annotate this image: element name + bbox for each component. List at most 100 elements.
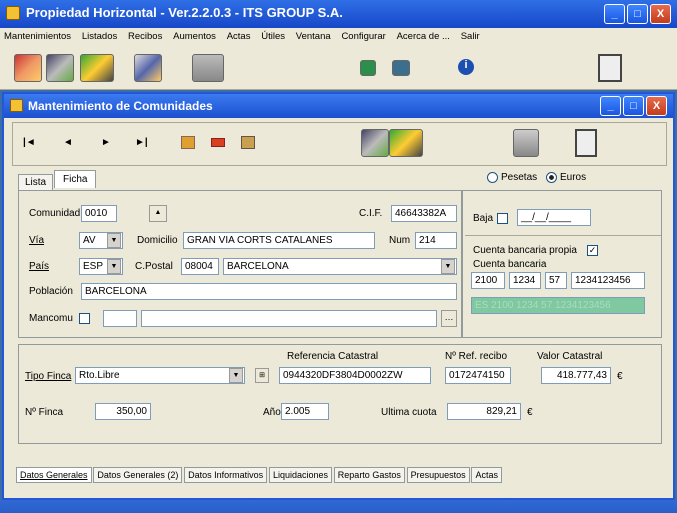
poblacion-field[interactable]: BARCELONA [81, 283, 457, 300]
menu-acerca[interactable]: Acerca de ... [397, 31, 450, 42]
baja-checkbox[interactable] [497, 213, 508, 224]
mancomu-lookup-button[interactable]: … [441, 310, 457, 327]
tab-datos-informativos[interactable]: Datos Informativos [184, 467, 268, 483]
pesetas-radio[interactable] [487, 172, 498, 183]
n-finca-field[interactable]: 350,00 [95, 403, 151, 420]
tipo-finca-select[interactable]: Rto.Libre [75, 367, 245, 384]
receipts-icon[interactable] [389, 129, 423, 157]
tipo-finca-chevron-down-icon[interactable]: ▼ [229, 368, 243, 383]
num-field[interactable]: 214 [415, 232, 457, 249]
maximize-button[interactable]: □ [627, 4, 648, 24]
pais-chevron-down-icon[interactable]: ▼ [107, 259, 121, 274]
menu-configurar[interactable]: Configurar [341, 31, 385, 42]
tab-actas[interactable]: Actas [471, 467, 502, 483]
exit-door-icon[interactable] [598, 54, 622, 82]
tab-ficha[interactable]: Ficha [54, 170, 97, 188]
delete-record-icon[interactable] [211, 138, 225, 147]
ciudad-chevron-down-icon[interactable]: ▼ [441, 259, 455, 274]
cuenta-propia-checkbox[interactable]: ✓ [587, 245, 598, 256]
comunidad-spin-button[interactable]: ▲ [149, 205, 167, 222]
cuenta-dc-field[interactable]: 57 [545, 272, 567, 289]
menu-utiles[interactable]: Útiles [261, 31, 285, 42]
chart-icon[interactable] [392, 60, 410, 76]
cuenta-numero-field[interactable]: 1234123456 [571, 272, 645, 289]
valor-euro-label: € [617, 371, 623, 382]
child-window: Mantenimiento de Comunidades _ □ X |◄ ◄ … [2, 92, 675, 500]
print-icon[interactable] [513, 129, 539, 157]
via-chevron-down-icon[interactable]: ▼ [107, 233, 121, 248]
mancomu-code-field[interactable] [103, 310, 137, 327]
child-titlebar: Mantenimiento de Comunidades [4, 94, 673, 118]
menu-actas[interactable]: Actas [227, 31, 251, 42]
app-icon [6, 6, 20, 20]
finca-panel: Referencia Catastral Nº Ref. recibo Valo… [18, 344, 662, 444]
tab-reparto-gastos[interactable]: Reparto Gastos [333, 467, 405, 483]
next-record-button[interactable]: ► [101, 137, 111, 148]
num-label: Num [389, 235, 411, 246]
ultima-cuota-label: Ultima cuota [381, 407, 437, 418]
cif-field[interactable]: 46643382A [391, 205, 457, 222]
menu-recibos[interactable]: Recibos [128, 31, 162, 42]
n-finca-label: Nº Finca [25, 407, 64, 418]
child-app-icon [10, 99, 23, 112]
domicilio-label: Domicilio [137, 235, 178, 246]
baja-date-field[interactable]: __/__/____ [517, 209, 591, 226]
cuota-euro-label: € [527, 407, 533, 418]
document-icon[interactable] [134, 54, 162, 82]
ref-catastral-field[interactable]: 0944320DF3804D0002ZW [279, 367, 431, 384]
help-icon[interactable]: i [458, 59, 474, 75]
menu-mantenimientos[interactable]: Mantenimientos [4, 31, 71, 42]
menu-ventana[interactable]: Ventana [296, 31, 331, 42]
cuenta-entidad-field[interactable]: 2100 [471, 272, 505, 289]
menu-bar: Mantenimientos Listados Recibos Aumentos… [0, 28, 677, 46]
pais-label: País [29, 261, 50, 272]
child-title: Mantenimiento de Comunidades [28, 99, 213, 113]
app-titlebar: Propiedad Horizontal - Ver.2.2.0.3 - ITS… [0, 0, 677, 28]
tab-datos-generales[interactable]: Datos Generales [16, 467, 92, 483]
comunidad-label: Comunidad [29, 208, 81, 219]
printer-icon[interactable] [192, 54, 224, 82]
iban-field: ES 2100 1234 57 1234123456 [471, 297, 645, 314]
prev-record-button[interactable]: ◄ [63, 137, 73, 148]
ref-recibo-field[interactable]: 0172474150 [445, 367, 511, 384]
ref-catastral-label: Referencia Catastral [287, 351, 379, 362]
main-toolbar: i [0, 46, 677, 90]
euros-radio[interactable] [546, 172, 557, 183]
child-close-button[interactable]: X [646, 96, 667, 116]
close-button[interactable]: X [650, 4, 671, 24]
cuenta-propia-label: Cuenta bancaria propia [473, 245, 577, 256]
search-icon[interactable] [241, 136, 255, 149]
child-maximize-button[interactable]: □ [623, 96, 644, 116]
money-icon[interactable] [80, 54, 114, 82]
mancomu-label: Mancomu [29, 313, 73, 324]
buildings-icon[interactable] [14, 54, 42, 82]
child-minimize-button[interactable]: _ [600, 96, 621, 116]
tipo-finca-add-button[interactable]: ⊞ [255, 368, 269, 383]
cuenta-oficina-field[interactable]: 1234 [509, 272, 541, 289]
close-form-door-icon[interactable] [575, 129, 597, 157]
comunidad-field[interactable]: 0010 [81, 205, 117, 222]
mancomu-name-field[interactable] [141, 310, 437, 327]
owners-icon[interactable] [361, 129, 389, 157]
tab-liquidaciones[interactable]: Liquidaciones [268, 467, 333, 483]
menu-listados[interactable]: Listados [82, 31, 117, 42]
menu-aumentos[interactable]: Aumentos [173, 31, 216, 42]
menu-salir[interactable]: Salir [461, 31, 480, 42]
ciudad-select[interactable]: BARCELONA [223, 258, 457, 275]
calculator-icon[interactable] [360, 60, 376, 76]
cpostal-field[interactable]: 08004 [181, 258, 219, 275]
tab-datos-generales-2[interactable]: Datos Generales (2) [93, 467, 183, 483]
people-icon[interactable] [46, 54, 74, 82]
valor-catastral-field[interactable]: 418.777,43 [541, 367, 611, 384]
ref-recibo-label: Nº Ref. recibo [445, 351, 508, 362]
tab-presupuestos[interactable]: Presupuestos [406, 467, 470, 483]
last-record-button[interactable]: ►| [135, 137, 148, 148]
tab-lista[interactable]: Lista [18, 174, 54, 190]
mancomu-checkbox[interactable] [79, 313, 90, 324]
ultima-cuota-field[interactable]: 829,21 [447, 403, 521, 420]
minimize-button[interactable]: _ [604, 4, 625, 24]
domicilio-field[interactable]: GRAN VIA CORTS CATALANES [183, 232, 375, 249]
first-record-button[interactable]: |◄ [23, 137, 36, 148]
new-record-icon[interactable] [181, 136, 195, 149]
anio-field[interactable]: 2.005 [281, 403, 329, 420]
